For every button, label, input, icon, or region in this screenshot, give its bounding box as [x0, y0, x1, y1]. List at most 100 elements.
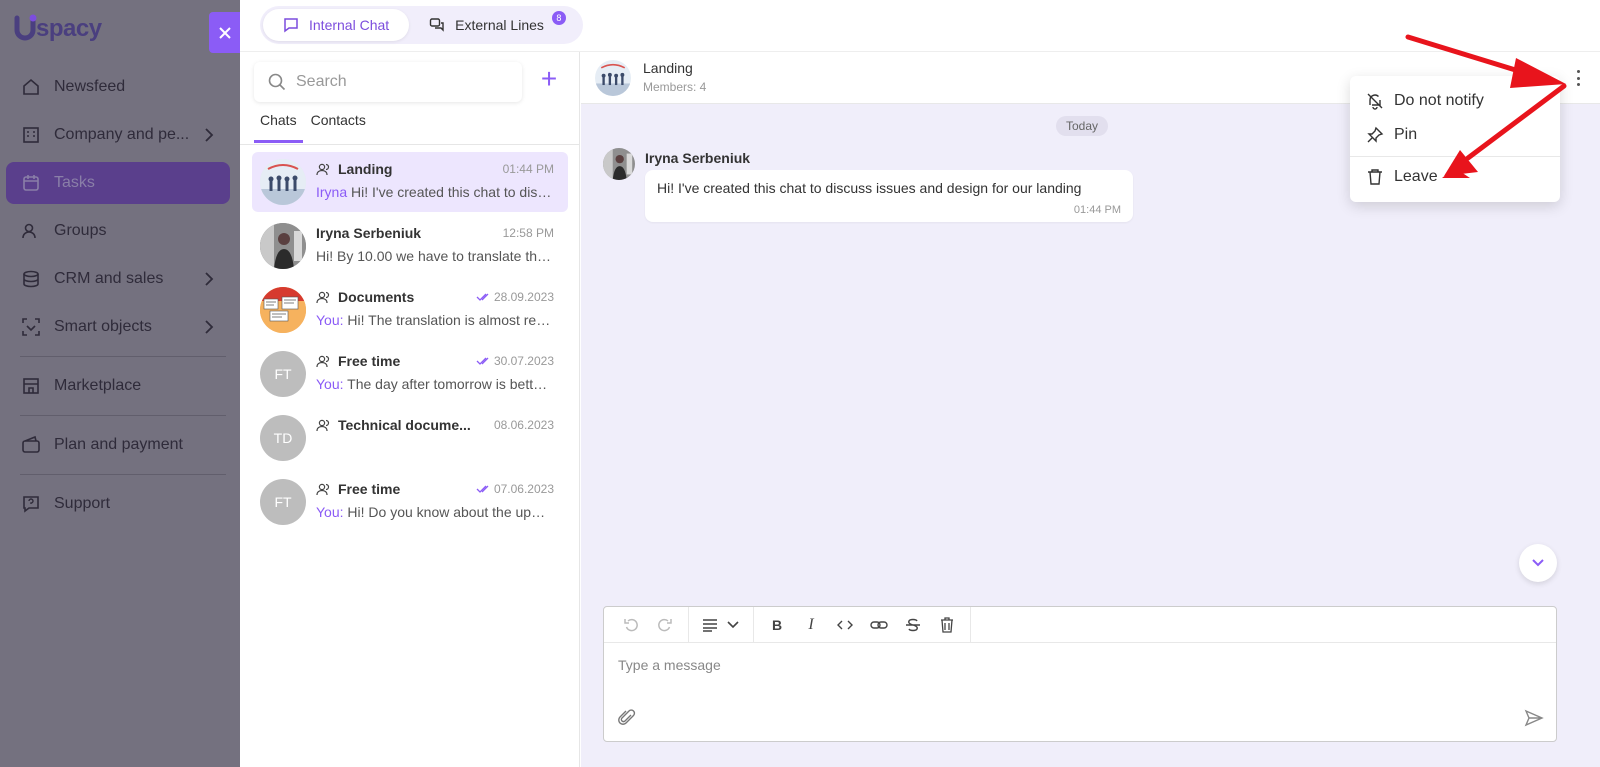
close-panel-button[interactable]: [209, 12, 240, 53]
sidebar-item-support[interactable]: Support: [6, 483, 230, 525]
members-count[interactable]: Members: 4: [643, 80, 706, 94]
chat-preview: You: Hi! The translation is almost ready: [316, 312, 552, 328]
code-icon: [837, 620, 853, 629]
logo-text: spacy: [36, 15, 102, 42]
avatar[interactable]: [603, 148, 635, 180]
chat-type-tabs: Internal Chat External Lines 8: [260, 6, 583, 44]
chat-bubble-icon: [283, 17, 299, 33]
redo-button[interactable]: [648, 610, 682, 640]
align-dropdown[interactable]: [695, 610, 747, 640]
message-text: Hi! I've created this chat to discuss is…: [657, 180, 1082, 196]
tab-chats[interactable]: Chats: [254, 112, 303, 143]
sidebar-item-marketplace[interactable]: Marketplace: [6, 365, 230, 407]
sidebar-item-company[interactable]: Company and pe...: [6, 114, 230, 156]
chat-time: 30.07.2023: [476, 354, 554, 368]
group-icon: [316, 482, 330, 496]
scroll-to-bottom-button[interactable]: [1519, 544, 1557, 582]
conversation-options-menu: Do not notify Pin Leave: [1350, 76, 1560, 202]
message-bubble[interactable]: Hi! I've created this chat to discuss is…: [645, 170, 1133, 222]
chat-sender: Iryna: [316, 184, 348, 200]
menu-item-pin[interactable]: Pin: [1366, 123, 1417, 147]
sidebar-item-label: Plan and payment: [54, 436, 183, 453]
new-chat-button[interactable]: +: [536, 65, 562, 94]
sidebar-item-label: Marketplace: [54, 377, 142, 394]
avatar: FT: [260, 351, 306, 397]
chat-time-text: 30.07.2023: [493, 354, 554, 368]
user-photo-icon: [603, 148, 635, 180]
italic-button[interactable]: I: [794, 610, 828, 640]
clear-format-button[interactable]: [930, 610, 964, 640]
chat-time: 08.06.2023: [493, 418, 554, 432]
undo-button[interactable]: [614, 610, 648, 640]
logo[interactable]: spacy: [14, 12, 102, 46]
chat-subtabs: Chats Contacts: [254, 112, 374, 143]
chat-sender: You:: [316, 312, 344, 328]
undo-icon: [624, 618, 638, 631]
message-author[interactable]: Iryna Serbeniuk: [645, 150, 750, 166]
calendar-icon: [20, 172, 42, 194]
trash-icon: [941, 616, 953, 633]
search-input[interactable]: [296, 73, 496, 91]
top-bar: Internal Chat External Lines 8: [240, 0, 1600, 52]
avatar[interactable]: [595, 60, 631, 96]
chat-item-iryna-serbeniuk[interactable]: Iryna Serbeniuk 12:58 PM Hi! By 10.00 we…: [252, 216, 568, 276]
sidebar-item-label: Groups: [54, 222, 107, 239]
sidebar-item-crm[interactable]: CRM and sales: [6, 258, 230, 300]
sidebar-item-groups[interactable]: Groups: [6, 210, 230, 252]
more-options-button[interactable]: [1574, 68, 1582, 88]
tab-contacts[interactable]: Contacts: [305, 112, 372, 143]
chevron-down-icon: [1532, 559, 1544, 567]
menu-item-do-not-notify[interactable]: Do not notify: [1366, 89, 1484, 113]
menu-item-label: Leave: [1394, 168, 1438, 185]
search-box: [254, 62, 522, 102]
strikethrough-icon: [906, 618, 920, 631]
sidebar-item-newsfeed[interactable]: Newsfeed: [6, 66, 230, 108]
double-check-icon: [476, 484, 490, 494]
tab-external-lines[interactable]: External Lines 8: [409, 9, 580, 41]
sidebar-item-label: Smart objects: [54, 318, 152, 335]
chat-time: 28.09.2023: [476, 290, 554, 304]
attach-button[interactable]: [616, 707, 638, 729]
sidebar-item-label: Support: [54, 495, 111, 512]
chat-preview: Hi! By 10.00 we have to translate the do…: [316, 248, 552, 264]
chat-item-documents[interactable]: Documents 28.09.2023 You: Hi! The transl…: [252, 280, 568, 340]
chat-preview: You: Hi! Do you know about the update?: [316, 504, 552, 520]
send-button[interactable]: [1522, 707, 1546, 729]
sidebar-item-tasks[interactable]: Tasks: [6, 162, 230, 204]
chat-time: 01:44 PM: [502, 162, 554, 176]
bold-icon: B: [771, 616, 783, 633]
link-icon: [870, 620, 888, 629]
chat-item-landing[interactable]: Landing 01:44 PM Iryna Hi! I've created …: [252, 152, 568, 212]
message-composer: B I: [603, 606, 1557, 742]
strikethrough-button[interactable]: [896, 610, 930, 640]
avatar: [260, 287, 306, 333]
sidebar-item-smart-objects[interactable]: Smart objects: [6, 306, 230, 348]
pin-icon: [1366, 126, 1384, 144]
group-icon: [316, 290, 330, 304]
code-button[interactable]: [828, 610, 862, 640]
chat-item-technical-documents[interactable]: TD Technical docume... 08.06.2023: [252, 408, 568, 468]
chat-item-free-time[interactable]: FT Free time 07.06.2023 You: Hi! Do you …: [252, 472, 568, 532]
divider: [20, 474, 226, 475]
group-icon: [316, 418, 330, 432]
stack-icon: [20, 268, 42, 290]
store-icon: [20, 375, 42, 397]
chat-time-text: 28.09.2023: [493, 290, 554, 304]
menu-item-label: Pin: [1394, 126, 1418, 143]
search-icon: [268, 73, 286, 91]
sidebar-item-label: Tasks: [54, 174, 95, 191]
message-input[interactable]: [618, 657, 1518, 681]
chevron-down-icon: [727, 620, 739, 628]
kebab-dot: [1576, 76, 1580, 80]
link-button[interactable]: [862, 610, 896, 640]
chat-name: Iryna Serbeniuk: [316, 225, 422, 241]
chevron-right-icon: [205, 128, 214, 142]
tab-internal-chat[interactable]: Internal Chat: [263, 9, 410, 41]
bold-button[interactable]: B: [760, 610, 794, 640]
sidebar-item-plan[interactable]: Plan and payment: [6, 424, 230, 466]
conversation-title[interactable]: Landing: [643, 60, 693, 76]
user-photo-icon: [260, 223, 306, 269]
chat-name: Technical docume...: [316, 417, 471, 433]
menu-item-leave[interactable]: Leave: [1366, 165, 1438, 189]
chat-item-free-time[interactable]: FT Free time 30.07.2023 You: The day aft…: [252, 344, 568, 404]
